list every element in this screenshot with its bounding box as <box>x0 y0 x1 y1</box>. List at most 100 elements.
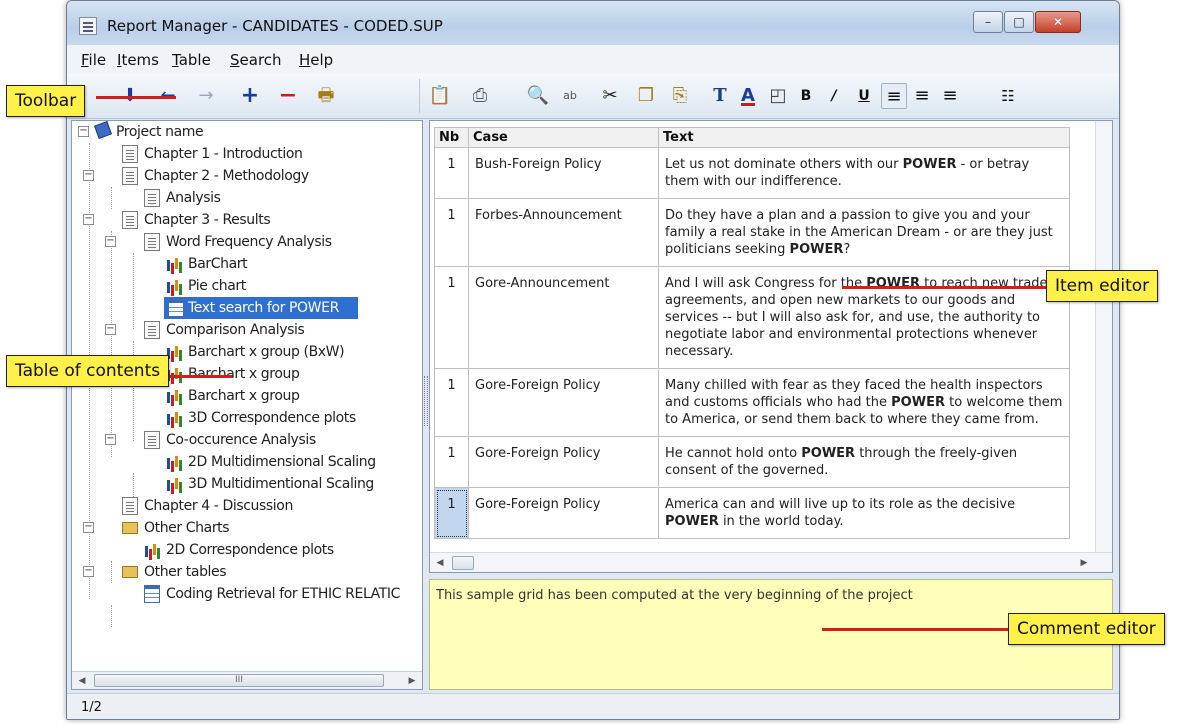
cut-icon[interactable]: ✂ <box>597 83 623 109</box>
results-table: Nb Case Text 1 Bush-Foreign Policy Let u… <box>434 127 1070 539</box>
cell-text[interactable]: Let us not dominate others with our POWE… <box>658 147 1070 199</box>
copy-to-report-icon[interactable]: 📋 <box>427 83 453 109</box>
bar-chart-icon <box>166 475 182 493</box>
scrollbar-thumb[interactable]: III <box>94 674 384 687</box>
font-color-icon[interactable]: A <box>735 83 761 109</box>
comment-text[interactable]: This sample grid has been computed at th… <box>436 588 913 603</box>
tree-connector <box>111 561 112 583</box>
keyword-highlight: POWER <box>902 157 957 172</box>
collapse-icon[interactable]: − <box>105 324 116 335</box>
window-title: Report Manager - CANDIDATES - CODED.SUP <box>107 17 443 35</box>
toolbar-separator <box>419 79 420 113</box>
cell-nb[interactable]: 1 <box>434 198 469 267</box>
spelling-icon[interactable]: ab <box>557 83 583 109</box>
table-icon <box>144 585 160 603</box>
bar-chart-icon <box>166 277 182 295</box>
collapse-icon[interactable]: − <box>105 434 116 445</box>
cell-text[interactable]: Do they have a plan and a passion to giv… <box>658 198 1070 267</box>
cell-nb[interactable]: 1 <box>434 266 469 369</box>
tree-connector <box>111 231 112 457</box>
folder-icon <box>122 566 138 578</box>
cell-case[interactable]: Gore-Foreign Policy <box>468 487 659 539</box>
collapse-icon[interactable]: − <box>78 126 89 137</box>
collapse-icon[interactable]: − <box>83 566 94 577</box>
scroll-left-icon[interactable]: ◀ <box>74 673 90 689</box>
align-center-icon[interactable]: ≡ <box>909 83 935 109</box>
cell-nb[interactable]: 1 <box>434 147 469 199</box>
menu-file[interactable]: File <box>81 51 106 69</box>
table-row[interactable]: 1 Gore-Foreign Policy He cannot hold ont… <box>434 436 1070 488</box>
menu-items[interactable]: Items <box>117 51 159 69</box>
menu-table[interactable]: Table <box>172 51 211 69</box>
align-left-icon[interactable]: ≡ <box>881 83 907 109</box>
column-header-case[interactable]: Case <box>468 127 659 148</box>
add-icon[interactable]: + <box>237 83 263 109</box>
align-right-icon[interactable]: ≡ <box>937 83 963 109</box>
italic-icon[interactable]: / <box>821 83 847 109</box>
scrollbar-thumb[interactable] <box>452 556 474 570</box>
grid-horizontal-scrollbar[interactable]: ◀ ▶ <box>430 552 1112 572</box>
toolbar: ⬇ ← → + − 🖶 📋 ⎙ 🔍 ab ✂ ❐ ⎘ T A ◰ B / U ≡… <box>67 73 1119 119</box>
list-icon[interactable]: ☷ <box>995 83 1021 109</box>
table-row[interactable]: 1 Forbes-Announcement Do they have a pla… <box>434 198 1070 267</box>
export-icon[interactable]: 🖶 <box>313 83 339 109</box>
pane-splitter[interactable] <box>424 376 428 426</box>
keyword-highlight: POWER <box>665 514 719 529</box>
tree-horizontal-scrollbar[interactable]: ◀ III ▶ <box>72 671 422 689</box>
move-right-arrow-icon[interactable]: → <box>193 83 219 109</box>
cell-nb[interactable]: 1 <box>434 368 469 437</box>
paste-icon[interactable]: ⎘ <box>667 83 693 109</box>
scroll-left-icon[interactable]: ◀ <box>432 555 448 571</box>
collapse-icon[interactable]: − <box>105 236 116 247</box>
font-icon[interactable]: T <box>707 83 733 109</box>
fill-color-icon[interactable]: ◰ <box>765 83 791 109</box>
cell-text[interactable]: And I will ask Congress for the POWER to… <box>658 266 1070 369</box>
scroll-right-icon[interactable]: ▶ <box>404 673 420 689</box>
document-icon <box>122 211 138 229</box>
maximize-button[interactable]: □ <box>1004 11 1034 33</box>
menu-help[interactable]: Help <box>299 51 333 69</box>
collapse-icon[interactable]: − <box>83 522 94 533</box>
toolbar-callout: Toolbar <box>6 85 86 117</box>
find-icon[interactable]: 🔍 <box>525 83 551 109</box>
cell-case[interactable]: Gore-Foreign Policy <box>468 436 659 488</box>
table-row[interactable]: 1 Gore-Foreign Policy America can and wi… <box>434 487 1070 539</box>
cell-text[interactable]: He cannot hold onto POWER through the fr… <box>658 436 1070 488</box>
minimize-button[interactable]: – <box>973 11 1003 33</box>
menu-search[interactable]: Search <box>230 51 282 69</box>
grid-vertical-scrollbar[interactable] <box>1095 121 1112 572</box>
item-editor-callout: Item editor <box>1046 270 1159 302</box>
toolbar-callout-line <box>96 96 176 99</box>
cell-case[interactable]: Gore-Announcement <box>468 266 659 369</box>
tree-connector <box>111 605 112 627</box>
collapse-icon[interactable]: − <box>83 170 94 181</box>
table-row[interactable]: 1 Gore-Foreign Policy Many chilled with … <box>434 368 1070 437</box>
cell-text[interactable]: Many chilled with fear as they faced the… <box>658 368 1070 437</box>
remove-icon[interactable]: − <box>275 83 301 109</box>
document-icon <box>122 167 138 185</box>
cell-case[interactable]: Bush-Foreign Policy <box>468 147 659 199</box>
tree-item-text-search-power[interactable]: Text search for POWER <box>164 297 358 319</box>
column-header-text[interactable]: Text <box>658 127 1070 148</box>
close-button[interactable]: ✕ <box>1035 11 1081 33</box>
cell-text[interactable]: America can and will live up to its role… <box>658 487 1070 539</box>
item-editor-callout-line <box>842 286 1054 289</box>
table-row[interactable]: 1 Gore-Announcement And I will ask Congr… <box>434 266 1070 369</box>
table-header-row: Nb Case Text <box>434 127 1070 148</box>
cell-nb[interactable]: 1 <box>434 436 469 488</box>
cell-nb-selected[interactable]: 1 <box>434 487 469 539</box>
status-page-indicator: 1/2 <box>81 700 102 715</box>
copy-icon[interactable]: ❐ <box>633 83 659 109</box>
collapse-icon[interactable]: − <box>83 214 94 225</box>
underline-icon[interactable]: U <box>851 83 877 109</box>
column-header-nb[interactable]: Nb <box>434 127 469 148</box>
scroll-right-icon[interactable]: ▶ <box>1076 555 1092 571</box>
print-icon[interactable]: ⎙ <box>467 83 493 109</box>
document-icon <box>144 233 160 251</box>
table-row[interactable]: 1 Bush-Foreign Policy Let us not dominat… <box>434 147 1070 199</box>
report-manager-window: Report Manager - CANDIDATES - CODED.SUP … <box>66 0 1120 720</box>
cell-case[interactable]: Gore-Foreign Policy <box>468 368 659 437</box>
bar-chart-icon <box>166 409 182 427</box>
cell-case[interactable]: Forbes-Announcement <box>468 198 659 267</box>
bold-icon[interactable]: B <box>793 83 819 109</box>
